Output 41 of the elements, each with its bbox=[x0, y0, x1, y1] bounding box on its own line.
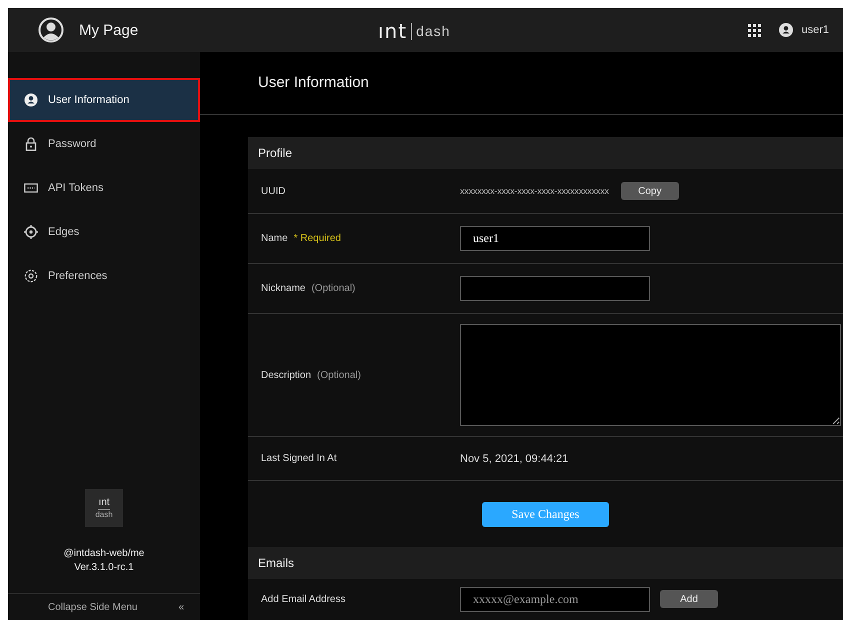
collapse-icon[interactable]: « bbox=[178, 602, 184, 612]
token-card-icon bbox=[24, 181, 38, 195]
version-text: Ver.3.1.0-rc.1 bbox=[74, 562, 134, 573]
input-field[interactable]: user1 bbox=[460, 226, 650, 251]
add-button[interactable]: Add bbox=[660, 590, 718, 608]
side-menu-item[interactable]: User Information bbox=[8, 78, 200, 122]
copy-button[interactable]: Copy bbox=[620, 182, 679, 200]
lock-icon bbox=[24, 137, 38, 151]
user-avatar-icon bbox=[38, 17, 64, 43]
optional-note: (Optional) bbox=[317, 370, 361, 380]
field-label: Last Signed In At bbox=[261, 453, 337, 464]
target-icon bbox=[24, 225, 38, 239]
user-icon[interactable] bbox=[779, 23, 794, 37]
side-menu-item[interactable]: Preferences bbox=[8, 254, 200, 298]
input-field[interactable] bbox=[460, 276, 650, 301]
text-area[interactable] bbox=[460, 324, 841, 426]
field-label: Nickname bbox=[261, 283, 306, 294]
field-label: Name bbox=[261, 233, 288, 244]
package-name: @intdash-web/me bbox=[64, 548, 144, 559]
side-menu-item[interactable]: API Tokens bbox=[8, 166, 200, 210]
page-title: My Page bbox=[79, 22, 138, 38]
side-menu-item[interactable]: Edges bbox=[8, 210, 200, 254]
apps-grid-icon[interactable] bbox=[748, 24, 762, 36]
email-input-field[interactable]: xxxxx@example.com bbox=[460, 586, 650, 612]
optional-note: (Optional) bbox=[311, 283, 356, 294]
logo: ınt dash bbox=[85, 489, 123, 527]
field-label: UUID bbox=[261, 186, 286, 196]
uuid-value: xxxxxxxx-xxxx-xxxx-xxxx-xxxxxxxxxxxx bbox=[460, 186, 609, 196]
side-menu-item[interactable]: Password bbox=[8, 122, 200, 166]
field-label: Description bbox=[261, 370, 312, 380]
collapse-side-menu-link[interactable]: Collapse Side Menu bbox=[48, 602, 138, 612]
settings-icon bbox=[24, 269, 38, 283]
date-value: Nov 5, 2021, 09:44:21 bbox=[460, 452, 568, 464]
user-icon bbox=[24, 93, 38, 107]
section-header: Emails bbox=[248, 547, 843, 579]
section-title: User Information bbox=[200, 52, 843, 115]
required-note: * Required bbox=[294, 233, 341, 244]
logo: ınt dash bbox=[378, 19, 450, 43]
section-header: Profile bbox=[248, 137, 843, 169]
field-label: Add Email Address bbox=[261, 594, 346, 604]
user-name[interactable]: user1 bbox=[801, 24, 829, 36]
